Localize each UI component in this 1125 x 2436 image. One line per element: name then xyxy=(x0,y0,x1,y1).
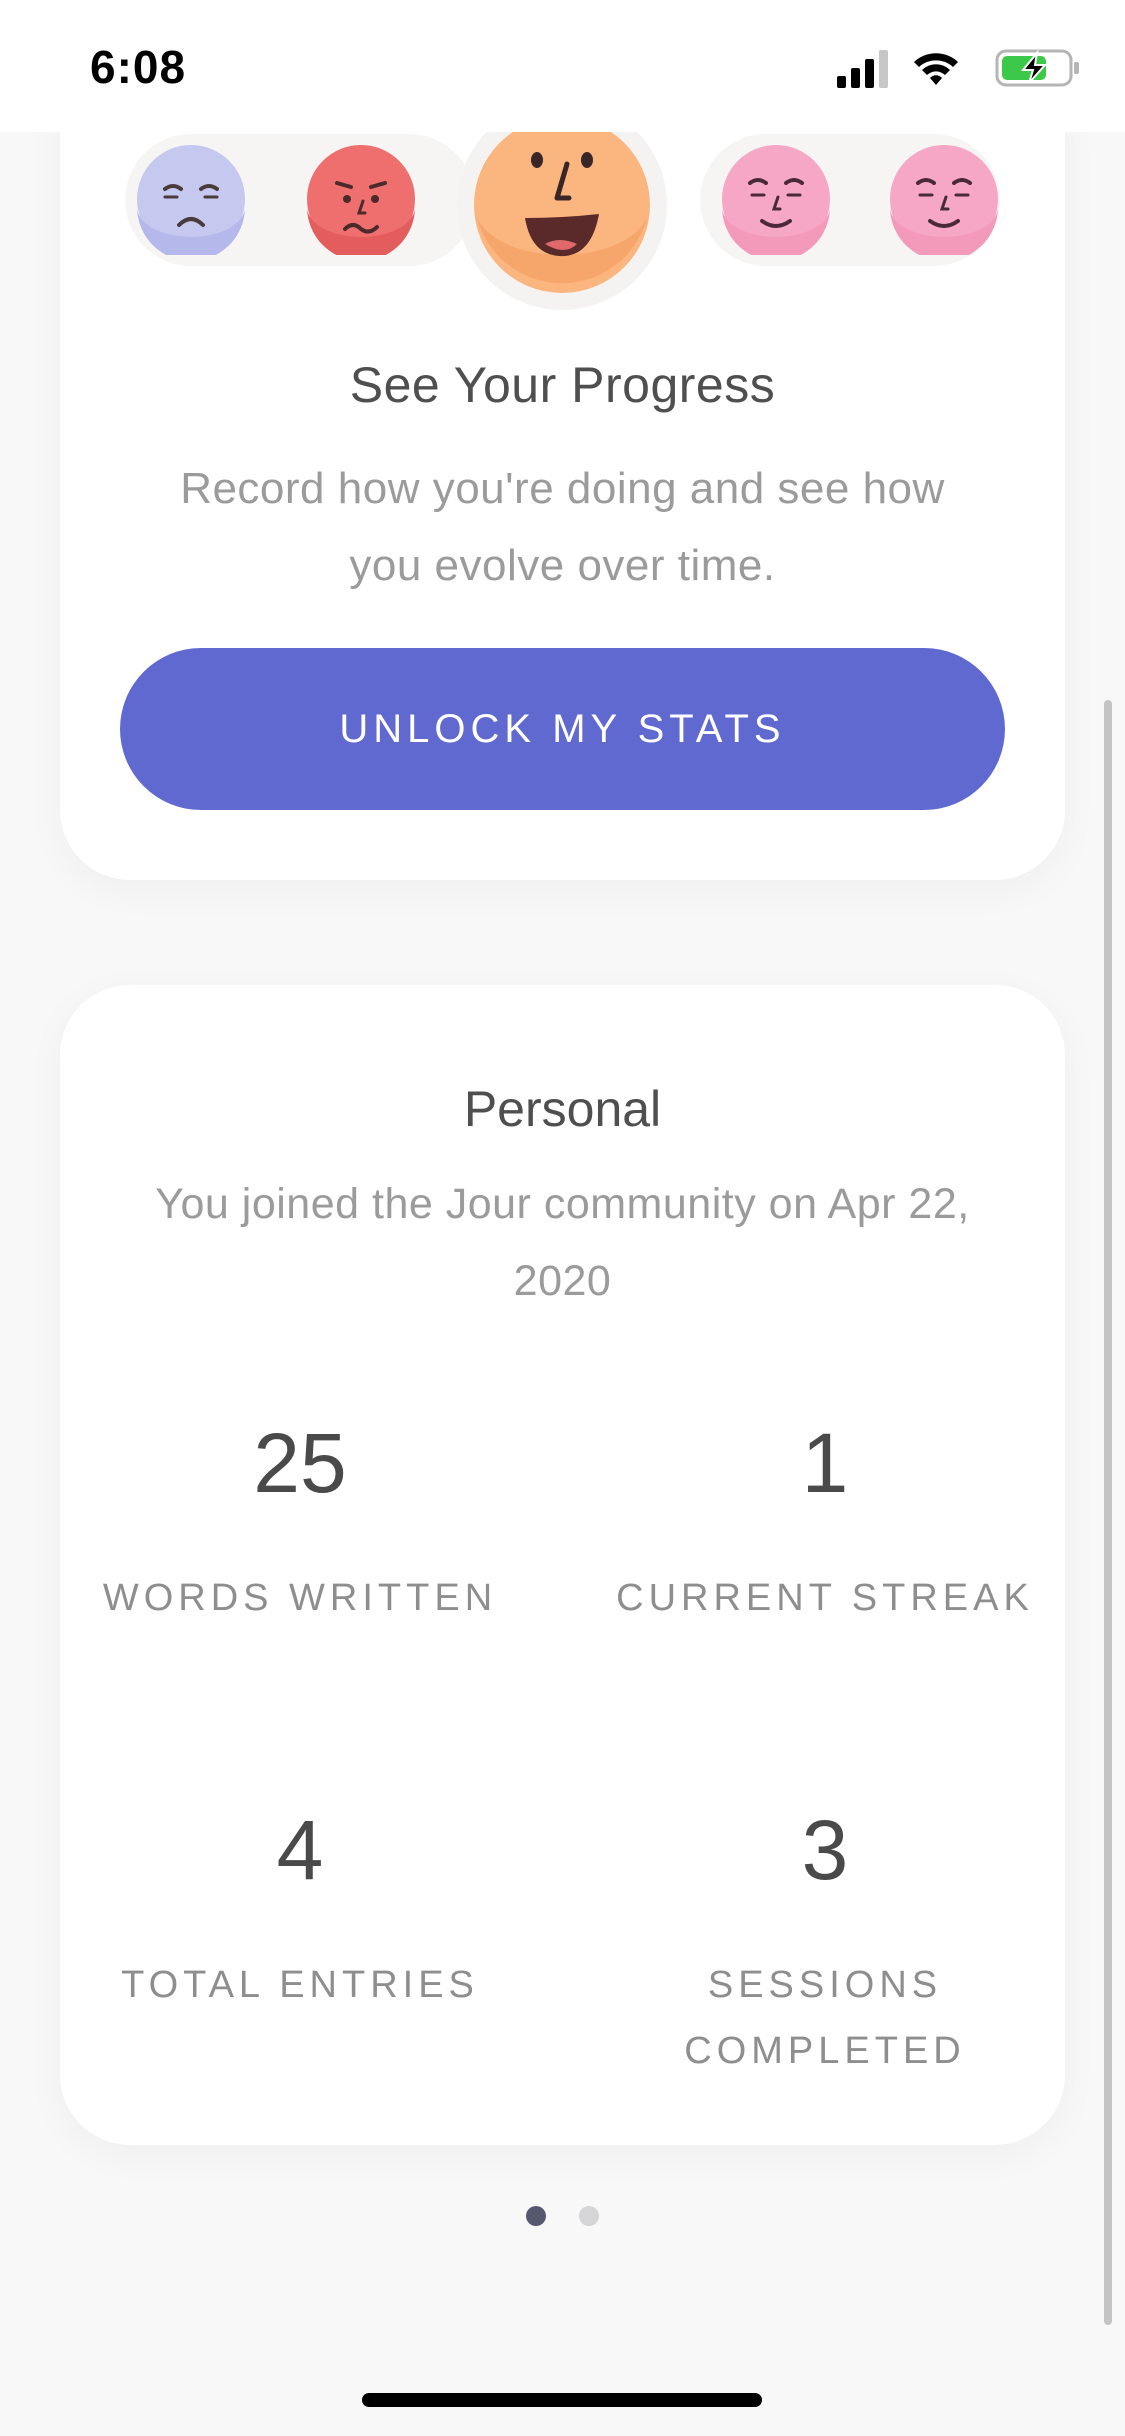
page-dot-inactive[interactable] xyxy=(578,2206,599,2226)
battery-charging-icon xyxy=(995,48,1081,88)
page-indicator xyxy=(0,2206,1125,2226)
worried-face-icon[interactable] xyxy=(305,143,417,261)
stat-value: 3 xyxy=(801,1803,849,1897)
calm-face-icon[interactable] xyxy=(720,143,832,261)
sad-face-icon[interactable] xyxy=(135,143,247,261)
stat-label: WORDS WRITTEN xyxy=(102,1577,498,1619)
stat-words-written: 25 WORDS WRITTEN xyxy=(90,1413,510,1631)
personal-title: Personal xyxy=(463,1081,662,1137)
stat-current-streak: 1 CURRENT STREAK xyxy=(615,1413,1035,1631)
progress-description: Record how you're doing and see how you … xyxy=(180,464,945,590)
page-dot-active[interactable] xyxy=(526,2206,547,2226)
scrollbar[interactable] xyxy=(1104,700,1112,2325)
progress-title: See Your Progress xyxy=(349,357,776,413)
home-indicator[interactable] xyxy=(362,2393,762,2407)
stat-value: 25 xyxy=(253,1416,347,1510)
stat-label: SESSIONS COMPLETED xyxy=(684,1964,966,2072)
content-face-icon[interactable] xyxy=(888,143,1000,261)
stat-label: CURRENT STREAK xyxy=(616,1577,1034,1619)
stat-label: TOTAL ENTRIES xyxy=(121,1964,479,2006)
stat-value: 1 xyxy=(801,1416,849,1510)
stat-value: 4 xyxy=(276,1803,324,1897)
unlock-stats-button[interactable]: UNLOCK MY STATS xyxy=(120,648,1005,810)
stat-total-entries: 4 TOTAL ENTRIES xyxy=(90,1800,510,2018)
stat-sessions-completed: 3 SESSIONS COMPLETED xyxy=(615,1800,1035,2084)
status-time: 6:08 xyxy=(90,41,187,93)
personal-description: You joined the Jour community on Apr 22,… xyxy=(155,1180,970,1305)
mood-selector xyxy=(60,100,1065,318)
status-bar: 6:08 xyxy=(0,0,1125,132)
wifi-icon xyxy=(911,48,961,88)
signal-icon xyxy=(835,48,891,88)
